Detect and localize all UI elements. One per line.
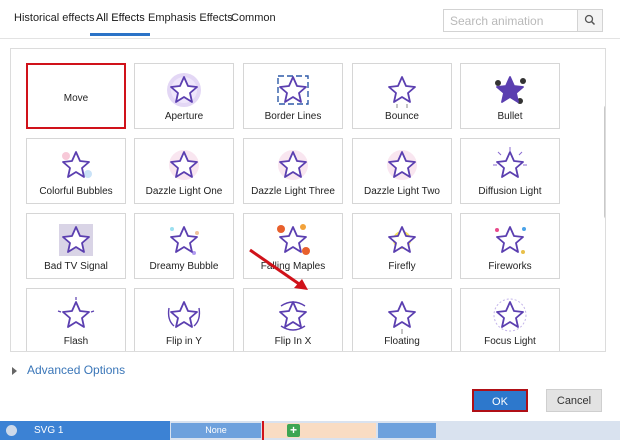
effect-focus-light[interactable]: Focus Light — [460, 288, 560, 351]
effect-label: Dazzle Light Three — [251, 186, 335, 197]
effect-label: Dazzle Light One — [145, 186, 223, 197]
effect-flip-in-y[interactable]: Flip in Y — [134, 288, 234, 351]
effect-dazzle-light-one[interactable]: Dazzle Light One — [134, 138, 234, 204]
bullet-star-icon — [490, 71, 530, 111]
effect-floating[interactable]: Floating — [352, 288, 452, 351]
aperture-star-icon — [164, 71, 204, 111]
timeline-animation-block[interactable] — [264, 423, 376, 438]
search-box — [443, 9, 603, 32]
effects-panel: Move Aperture Border Lines Bounce Bullet Colo… — [10, 48, 606, 352]
annotation-arrow — [246, 246, 316, 299]
fireworks-star-icon — [490, 221, 530, 261]
tab-historical-effects[interactable]: Historical effects — [14, 12, 95, 24]
effect-diffusion-light[interactable]: Diffusion Light — [460, 138, 560, 204]
focus-star-icon — [490, 296, 530, 336]
search-button[interactable] — [577, 10, 602, 31]
effect-label: Move — [63, 93, 89, 104]
effect-label: Bounce — [385, 111, 419, 122]
effect-label: Focus Light — [484, 336, 536, 347]
effect-dreamy-bubble[interactable]: Dreamy Bubble — [134, 213, 234, 279]
effect-dazzle-light-two[interactable]: Dazzle Light Two — [352, 138, 452, 204]
search-input[interactable] — [444, 10, 590, 31]
border-lines-star-icon — [273, 71, 313, 111]
effect-label: Flip In X — [274, 336, 312, 347]
tab-emphasis-effects[interactable]: Emphasis Effects — [148, 12, 233, 24]
cancel-button[interactable]: Cancel — [546, 389, 602, 412]
dreamy-star-icon — [164, 221, 204, 261]
effect-border-lines[interactable]: Border Lines — [243, 63, 343, 129]
effect-label: Floating — [384, 336, 420, 347]
tab-common[interactable]: Common — [231, 12, 276, 24]
effect-label: Diffusion Light — [478, 186, 542, 197]
timeline-end-block[interactable] — [378, 423, 436, 438]
bad-tv-star-icon — [56, 221, 96, 261]
tab-bar: Historical effects All Effects Emphasis … — [0, 0, 620, 39]
ok-button[interactable]: OK — [472, 389, 528, 412]
effect-colorful-bubbles[interactable]: Colorful Bubbles — [26, 138, 126, 204]
bounce-star-icon — [382, 71, 422, 111]
tab-all-effects[interactable]: All Effects — [96, 12, 145, 24]
dazzle-star-icon — [273, 146, 313, 186]
firefly-star-icon — [382, 221, 422, 261]
effect-label: Firefly — [388, 261, 416, 272]
effect-label: Colorful Bubbles — [39, 186, 113, 197]
effect-label: Fireworks — [488, 261, 532, 272]
floating-star-icon — [382, 296, 422, 336]
effect-move[interactable]: Move — [26, 63, 126, 129]
flash-star-icon — [56, 296, 96, 336]
effect-bad-tv-signal[interactable]: Bad TV Signal — [26, 213, 126, 279]
effect-label: Dreamy Bubble — [149, 261, 219, 272]
layer-name: SVG 1 — [34, 425, 64, 436]
effect-label: Border Lines — [264, 111, 322, 122]
add-animation-icon[interactable]: + — [287, 424, 300, 437]
diffusion-star-icon — [490, 146, 530, 186]
effect-label: Bullet — [497, 111, 523, 122]
timeline-bar: SVG 1 None + — [0, 421, 620, 440]
dazzle-star-icon — [382, 146, 422, 186]
layer-visibility-icon[interactable] — [6, 425, 17, 436]
advanced-options-toggle[interactable]: Advanced Options — [12, 363, 125, 377]
timeline-none-block[interactable]: None — [171, 423, 261, 438]
effect-aperture[interactable]: Aperture — [134, 63, 234, 129]
effect-label: Flash — [63, 336, 89, 347]
active-tab-indicator — [90, 33, 150, 36]
flip-x-star-icon — [273, 296, 313, 336]
search-icon — [584, 14, 596, 26]
effect-fireworks[interactable]: Fireworks — [460, 213, 560, 279]
effect-label: Bad TV Signal — [44, 261, 108, 272]
flip-y-star-icon — [164, 296, 204, 336]
effect-firefly[interactable]: Firefly — [352, 213, 452, 279]
effect-label: Flip in Y — [166, 336, 202, 347]
timeline-layer-track[interactable]: SVG 1 — [0, 421, 170, 440]
vertical-scrollbar[interactable] — [604, 105, 605, 219]
effect-label: Aperture — [164, 111, 204, 122]
effect-flash[interactable]: Flash — [26, 288, 126, 351]
effect-bounce[interactable]: Bounce — [352, 63, 452, 129]
dazzle-star-icon — [164, 146, 204, 186]
effect-label: Dazzle Light Two — [364, 186, 440, 197]
colorful-bubbles-star-icon — [56, 146, 96, 186]
advanced-options-label: Advanced Options — [27, 363, 126, 377]
effect-dazzle-light-three[interactable]: Dazzle Light Three — [243, 138, 343, 204]
effect-bullet[interactable]: Bullet — [460, 63, 560, 129]
expand-caret-icon — [12, 366, 17, 375]
